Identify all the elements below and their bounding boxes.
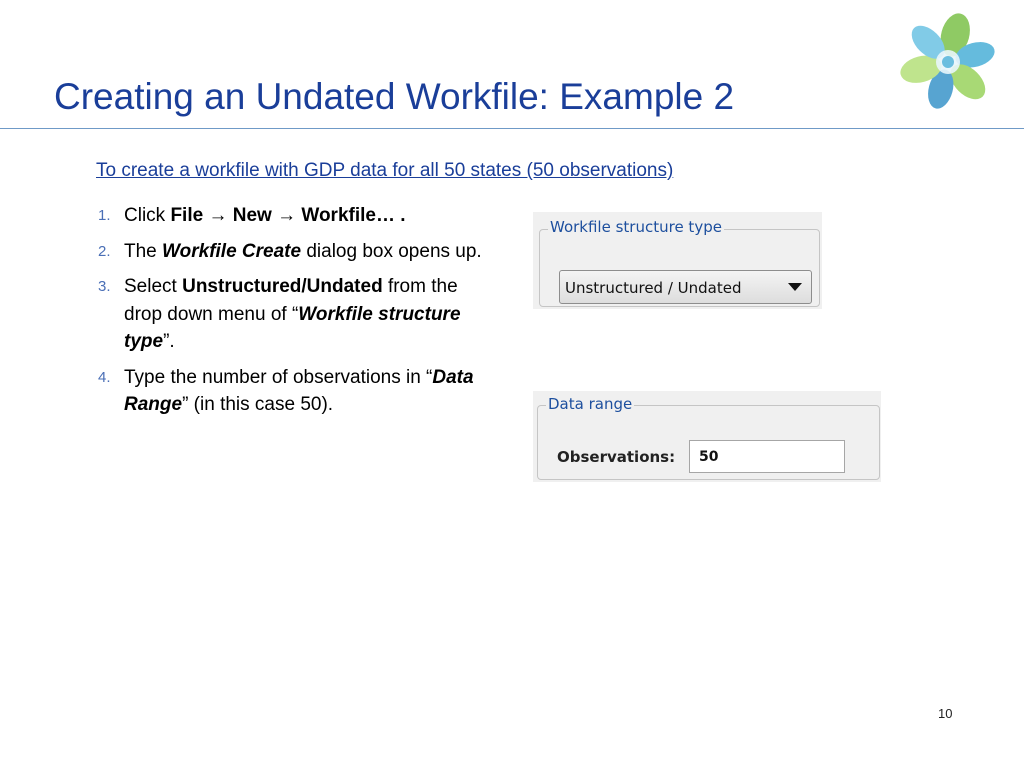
data-range-group: Observations: [537, 405, 880, 480]
swirl-logo-icon [900, 13, 995, 109]
option-name: Unstructured [182, 276, 302, 297]
workfile-structure-panel: Unstructured / Undated Workfile structur… [533, 212, 822, 309]
menu-path: File → New → Workfile… . [170, 205, 406, 226]
page-number: 10 [938, 706, 953, 721]
step-item: 3. Select Unstructured/Undated from the … [98, 273, 498, 356]
step-item: 1. Click File → New → Workfile… . [98, 202, 498, 230]
observations-label: Observations: [557, 448, 676, 466]
workfile-structure-dropdown[interactable]: Unstructured / Undated [559, 270, 812, 304]
step-text-part: ”. [163, 331, 175, 352]
workfile-structure-legend: Workfile structure type [548, 218, 724, 236]
slide-title: Creating an Undated Workfile: Example 2 [54, 76, 735, 117]
step-text-part: dialog box opens up. [301, 240, 482, 262]
step-text-part: Select [124, 276, 183, 297]
chevron-down-icon[interactable] [788, 283, 802, 291]
step-text-part: The [124, 240, 163, 262]
slide-subtitle: To create a workfile with GDP data for a… [96, 160, 674, 181]
step-item: 2. The Workfile Create dialog box opens … [98, 238, 498, 266]
step-number: 1. [98, 207, 111, 224]
data-range-panel: Observations: Data range [533, 391, 881, 482]
step-number: 4. [98, 368, 111, 386]
step-number: 3. [98, 278, 111, 295]
step-text-part: ” (in this case 50). [182, 394, 334, 415]
dialog-name: Workfile Create [162, 240, 302, 262]
step-number: 2. [98, 242, 111, 260]
option-name: Undated [306, 276, 383, 297]
step-text: Select Unstructured/Undated from the dro… [124, 273, 498, 356]
workfile-structure-group: Unstructured / Undated [539, 229, 820, 307]
steps-list: 1. Click File → New → Workfile… . 2. The… [98, 202, 498, 427]
step-text-part: Click [124, 205, 171, 226]
step-text-part: Type the number of observations in “ [124, 366, 433, 388]
title-divider [0, 128, 1024, 129]
observations-input[interactable] [689, 440, 845, 473]
step-text: Type the number of observations in “Data… [124, 364, 498, 419]
dropdown-selected-value: Unstructured / Undated [565, 279, 742, 297]
step-text: The Workfile Create dialog box opens up. [124, 238, 498, 266]
step-text: Click File → New → Workfile… . [124, 202, 498, 230]
step-item: 4. Type the number of observations in “D… [98, 364, 498, 419]
data-range-legend: Data range [546, 395, 635, 413]
